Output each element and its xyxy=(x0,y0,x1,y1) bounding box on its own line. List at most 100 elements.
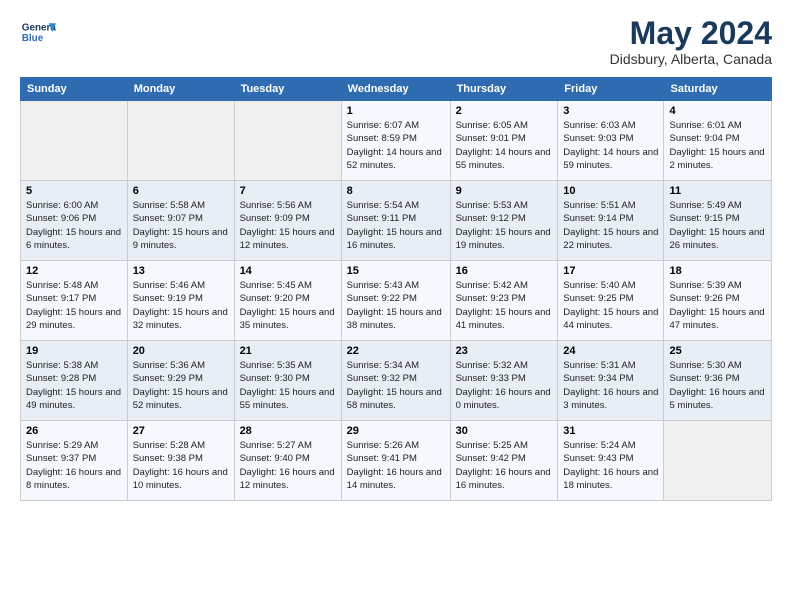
day-info: Sunrise: 6:01 AMSunset: 9:04 PMDaylight:… xyxy=(669,119,766,172)
day-number: 7 xyxy=(240,185,336,197)
header-row: Sunday Monday Tuesday Wednesday Thursday… xyxy=(21,78,772,101)
calendar-week-1: 5 Sunrise: 6:00 AMSunset: 9:06 PMDaylight… xyxy=(21,181,772,261)
day-info: Sunrise: 5:42 AMSunset: 9:23 PMDaylight:… xyxy=(456,279,553,332)
day-number: 9 xyxy=(456,185,553,197)
day-number: 16 xyxy=(456,265,553,277)
day-info: Sunrise: 5:54 AMSunset: 9:11 PMDaylight:… xyxy=(347,199,445,252)
col-saturday: Saturday xyxy=(664,78,772,101)
day-number: 15 xyxy=(347,265,445,277)
calendar-cell xyxy=(664,421,772,501)
col-tuesday: Tuesday xyxy=(234,78,341,101)
day-info: Sunrise: 5:43 AMSunset: 9:22 PMDaylight:… xyxy=(347,279,445,332)
calendar-table: Sunday Monday Tuesday Wednesday Thursday… xyxy=(20,77,772,501)
calendar-cell: 10 Sunrise: 5:51 AMSunset: 9:14 PMDayligh… xyxy=(558,181,664,261)
day-info: Sunrise: 5:36 AMSunset: 9:29 PMDaylight:… xyxy=(133,359,229,412)
calendar-cell: 7 Sunrise: 5:56 AMSunset: 9:09 PMDaylight… xyxy=(234,181,341,261)
day-number: 20 xyxy=(133,345,229,357)
day-number: 17 xyxy=(563,265,658,277)
day-info: Sunrise: 5:24 AMSunset: 9:43 PMDaylight:… xyxy=(563,439,658,492)
day-info: Sunrise: 5:31 AMSunset: 9:34 PMDaylight:… xyxy=(563,359,658,412)
day-info: Sunrise: 5:51 AMSunset: 9:14 PMDaylight:… xyxy=(563,199,658,252)
day-number: 29 xyxy=(347,425,445,437)
calendar-cell: 31 Sunrise: 5:24 AMSunset: 9:43 PMDayligh… xyxy=(558,421,664,501)
calendar-cell: 20 Sunrise: 5:36 AMSunset: 9:29 PMDayligh… xyxy=(127,341,234,421)
calendar-cell: 27Sunrise: 5:28 AMSunset: 9:38 PMDayligh… xyxy=(127,421,234,501)
day-info: Sunrise: 6:03 AMSunset: 9:03 PMDaylight:… xyxy=(563,119,658,172)
day-info: Sunrise: 5:40 AMSunset: 9:25 PMDaylight:… xyxy=(563,279,658,332)
day-info: Sunrise: 5:29 AMSunset: 9:37 PMDaylight:… xyxy=(26,439,122,492)
day-info: Sunrise: 5:53 AMSunset: 9:12 PMDaylight:… xyxy=(456,199,553,252)
col-monday: Monday xyxy=(127,78,234,101)
calendar-cell: 24 Sunrise: 5:31 AMSunset: 9:34 PMDayligh… xyxy=(558,341,664,421)
calendar-cell: 6 Sunrise: 5:58 AMSunset: 9:07 PMDaylight… xyxy=(127,181,234,261)
calendar-cell: 21Sunrise: 5:35 AMSunset: 9:30 PMDayligh… xyxy=(234,341,341,421)
calendar-cell: 19 Sunrise: 5:38 AMSunset: 9:28 PMDayligh… xyxy=(21,341,128,421)
day-number: 25 xyxy=(669,345,766,357)
day-number: 24 xyxy=(563,345,658,357)
day-number: 3 xyxy=(563,105,658,117)
day-number: 23 xyxy=(456,345,553,357)
logo-icon: General Blue xyxy=(20,16,56,52)
day-number: 2 xyxy=(456,105,553,117)
day-number: 31 xyxy=(563,425,658,437)
day-number: 1 xyxy=(347,105,445,117)
calendar-cell: 23 Sunrise: 5:32 AMSunset: 9:33 PMDayligh… xyxy=(450,341,558,421)
calendar-cell: 16 Sunrise: 5:42 AMSunset: 9:23 PMDayligh… xyxy=(450,261,558,341)
logo: General Blue General Blue xyxy=(20,16,56,52)
calendar-cell: 14 Sunrise: 5:45 AMSunset: 9:20 PMDayligh… xyxy=(234,261,341,341)
header: General Blue General Blue May 2024 Didsb… xyxy=(20,16,772,67)
calendar-cell: 9 Sunrise: 5:53 AMSunset: 9:12 PMDaylight… xyxy=(450,181,558,261)
day-info: Sunrise: 5:48 AMSunset: 9:17 PMDaylight:… xyxy=(26,279,122,332)
calendar-cell: 5 Sunrise: 6:00 AMSunset: 9:06 PMDaylight… xyxy=(21,181,128,261)
day-info: Sunrise: 5:38 AMSunset: 9:28 PMDaylight:… xyxy=(26,359,122,412)
col-sunday: Sunday xyxy=(21,78,128,101)
day-number: 14 xyxy=(240,265,336,277)
calendar-cell xyxy=(21,101,128,181)
day-number: 13 xyxy=(133,265,229,277)
day-info: Sunrise: 5:56 AMSunset: 9:09 PMDaylight:… xyxy=(240,199,336,252)
day-number: 8 xyxy=(347,185,445,197)
day-info: Sunrise: 6:00 AMSunset: 9:06 PMDaylight:… xyxy=(26,199,122,252)
col-friday: Friday xyxy=(558,78,664,101)
day-number: 12 xyxy=(26,265,122,277)
calendar-cell: 26 Sunrise: 5:29 AMSunset: 9:37 PMDayligh… xyxy=(21,421,128,501)
day-number: 28 xyxy=(240,425,336,437)
day-number: 27 xyxy=(133,425,229,437)
calendar-cell xyxy=(234,101,341,181)
day-info: Sunrise: 5:58 AMSunset: 9:07 PMDaylight:… xyxy=(133,199,229,252)
page-container: General Blue General Blue May 2024 Didsb… xyxy=(0,0,792,517)
calendar-cell: 22 Sunrise: 5:34 AMSunset: 9:32 PMDayligh… xyxy=(341,341,450,421)
day-number: 26 xyxy=(26,425,122,437)
day-info: Sunrise: 5:30 AMSunset: 9:36 PMDaylight:… xyxy=(669,359,766,412)
day-info: Sunrise: 5:35 AMSunset: 9:30 PMDaylight:… xyxy=(240,359,336,412)
day-number: 19 xyxy=(26,345,122,357)
calendar-cell: 30Sunrise: 5:25 AMSunset: 9:42 PMDayligh… xyxy=(450,421,558,501)
calendar-cell: 3 Sunrise: 6:03 AMSunset: 9:03 PMDaylight… xyxy=(558,101,664,181)
calendar-cell: 1 Sunrise: 6:07 AMSunset: 8:59 PMDaylight… xyxy=(341,101,450,181)
day-info: Sunrise: 5:32 AMSunset: 9:33 PMDaylight:… xyxy=(456,359,553,412)
day-info: Sunrise: 5:45 AMSunset: 9:20 PMDaylight:… xyxy=(240,279,336,332)
day-info: Sunrise: 6:07 AMSunset: 8:59 PMDaylight:… xyxy=(347,119,445,172)
calendar-cell: 4Sunrise: 6:01 AMSunset: 9:04 PMDaylight… xyxy=(664,101,772,181)
day-number: 6 xyxy=(133,185,229,197)
calendar-cell: 28Sunrise: 5:27 AMSunset: 9:40 PMDayligh… xyxy=(234,421,341,501)
day-number: 22 xyxy=(347,345,445,357)
calendar-cell xyxy=(127,101,234,181)
calendar-cell: 13Sunrise: 5:46 AMSunset: 9:19 PMDayligh… xyxy=(127,261,234,341)
calendar-cell: 25 Sunrise: 5:30 AMSunset: 9:36 PMDayligh… xyxy=(664,341,772,421)
calendar-cell: 2Sunrise: 6:05 AMSunset: 9:01 PMDaylight… xyxy=(450,101,558,181)
calendar-cell: 11Sunrise: 5:49 AMSunset: 9:15 PMDayligh… xyxy=(664,181,772,261)
col-wednesday: Wednesday xyxy=(341,78,450,101)
calendar-cell: 12 Sunrise: 5:48 AMSunset: 9:17 PMDayligh… xyxy=(21,261,128,341)
day-info: Sunrise: 5:26 AMSunset: 9:41 PMDaylight:… xyxy=(347,439,445,492)
day-number: 30 xyxy=(456,425,553,437)
month-title: May 2024 xyxy=(610,16,772,51)
col-thursday: Thursday xyxy=(450,78,558,101)
day-number: 10 xyxy=(563,185,658,197)
calendar-cell: 18Sunrise: 5:39 AMSunset: 9:26 PMDayligh… xyxy=(664,261,772,341)
calendar-week-3: 19 Sunrise: 5:38 AMSunset: 9:28 PMDayligh… xyxy=(21,341,772,421)
day-info: Sunrise: 5:34 AMSunset: 9:32 PMDaylight:… xyxy=(347,359,445,412)
day-number: 5 xyxy=(26,185,122,197)
title-area: May 2024 Didsbury, Alberta, Canada xyxy=(610,16,772,67)
calendar-cell: 29 Sunrise: 5:26 AMSunset: 9:41 PMDayligh… xyxy=(341,421,450,501)
